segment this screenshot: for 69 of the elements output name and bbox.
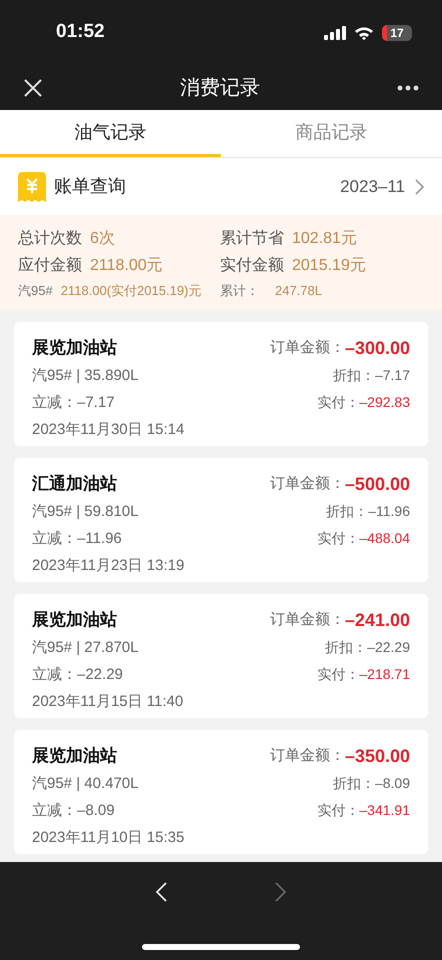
paid-amount: –292.83	[359, 393, 410, 412]
record-card[interactable]: 汇通加油站 汽95# | 59.810L 立减：–11.96 2023年11月23日 13:19 订单金额：–500.00 折扣：–11.96 实付：–488.04	[14, 458, 428, 582]
record-date: 2023年11月15日 11:40	[32, 692, 184, 712]
summary-value: 6次	[90, 228, 115, 248]
record-card[interactable]: 展览加油站 汽95# | 27.870L 立减：–22.29 2023年11月15日 11:40 订单金额：–241.00 折扣：–22.29 实付：–218.71	[14, 594, 428, 718]
discount: 折扣：–22.29	[325, 638, 410, 657]
battery-level: 17	[390, 26, 404, 38]
volume-total: 247.78L	[275, 282, 322, 300]
order-amount: –500.00	[344, 472, 410, 496]
station-name: 汇通加油站	[32, 473, 118, 495]
chevron-right-icon	[275, 882, 287, 902]
record-card[interactable]: 展览加油站 汽95# | 35.890L 立减：–7.17 2023年11月30日 15:14 订单金额：–300.00 折扣：–7.17 实付：–292.83	[14, 322, 428, 446]
instant-reduction: 立减：–22.29	[32, 665, 124, 685]
order-amount-label: 订单金额：	[270, 338, 345, 358]
chevron-right-icon	[415, 178, 424, 194]
order-amount-label: 订单金额：	[270, 474, 345, 494]
receipt-icon	[18, 172, 46, 202]
order-amount: –300.00	[344, 336, 410, 360]
station-name: 展览加油站	[32, 745, 118, 767]
discount: 折扣：–7.17	[332, 366, 410, 385]
chevron-left-icon	[155, 882, 167, 902]
paid-label: 实付：	[317, 801, 360, 820]
paid-amount: –341.91	[359, 801, 410, 820]
fuel-volume: 汽95# | 27.870L	[32, 638, 140, 658]
paid-label: 实付：	[317, 393, 360, 412]
page-title: 消费记录	[180, 76, 260, 100]
volume-label: 累计：	[220, 282, 259, 300]
summary-label: 应付金额	[18, 256, 82, 276]
wifi-icon	[354, 26, 374, 40]
paid-label: 实付：	[317, 529, 360, 548]
order-amount: –350.00	[344, 744, 410, 768]
tab[interactable]: 商品记录	[221, 110, 442, 157]
signal-icon	[324, 26, 346, 40]
station-name: 展览加油站	[32, 337, 118, 359]
close-icon	[23, 78, 43, 98]
summary-label: 累计节省	[220, 228, 284, 248]
fuel-total: 2118.00(实付2015.19)元	[60, 282, 202, 300]
station-name: 展览加油站	[32, 609, 118, 631]
paid-amount: –488.04	[359, 529, 410, 548]
record-date: 2023年11月30日 15:14	[32, 420, 184, 440]
fuel-volume: 汽95# | 40.470L	[32, 774, 140, 794]
instant-reduction: 立减：–11.96	[32, 529, 123, 549]
more-icon	[397, 84, 419, 90]
record-date: 2023年11月10日 15:35	[32, 828, 184, 848]
summary-value: 2015.19元	[292, 256, 366, 276]
bill-query-row[interactable]: 账单查询 2023–11	[0, 158, 442, 215]
fuel-label: 汽95#	[18, 282, 53, 300]
instant-reduction: 立减：–7.17	[32, 393, 116, 413]
record-card[interactable]: 展览加油站 汽95# | 40.470L 立减：–8.09 2023年11月10日 15:35 订单金额：–350.00 折扣：–8.09 实付：–341.91	[14, 730, 428, 854]
instant-reduction: 立减：–8.09	[32, 801, 116, 821]
discount: 折扣：–8.09	[332, 774, 410, 793]
order-amount-label: 订单金额：	[270, 746, 345, 766]
discount: 折扣：–11.96	[326, 502, 410, 521]
summary-value: 2118.00元	[90, 256, 163, 276]
order-amount: –241.00	[344, 608, 410, 632]
close-button[interactable]	[22, 76, 44, 98]
bill-query-label: 账单查询	[54, 175, 126, 198]
order-amount-label: 订单金额：	[270, 610, 345, 630]
summary-value: 102.81元	[292, 228, 357, 248]
paid-amount: –218.71	[359, 665, 410, 684]
paid-label: 实付：	[317, 665, 360, 684]
bill-month: 2023–11	[340, 176, 405, 198]
summary-label: 实付金额	[220, 256, 284, 276]
summary-label: 总计次数	[18, 228, 82, 248]
record-date: 2023年11月23日 13:19	[32, 556, 184, 576]
battery-fill	[382, 24, 387, 40]
fuel-volume: 汽95# | 35.890L	[32, 366, 140, 386]
fuel-volume: 汽95# | 59.810L	[32, 502, 140, 522]
status-time: 01:52	[56, 20, 105, 44]
